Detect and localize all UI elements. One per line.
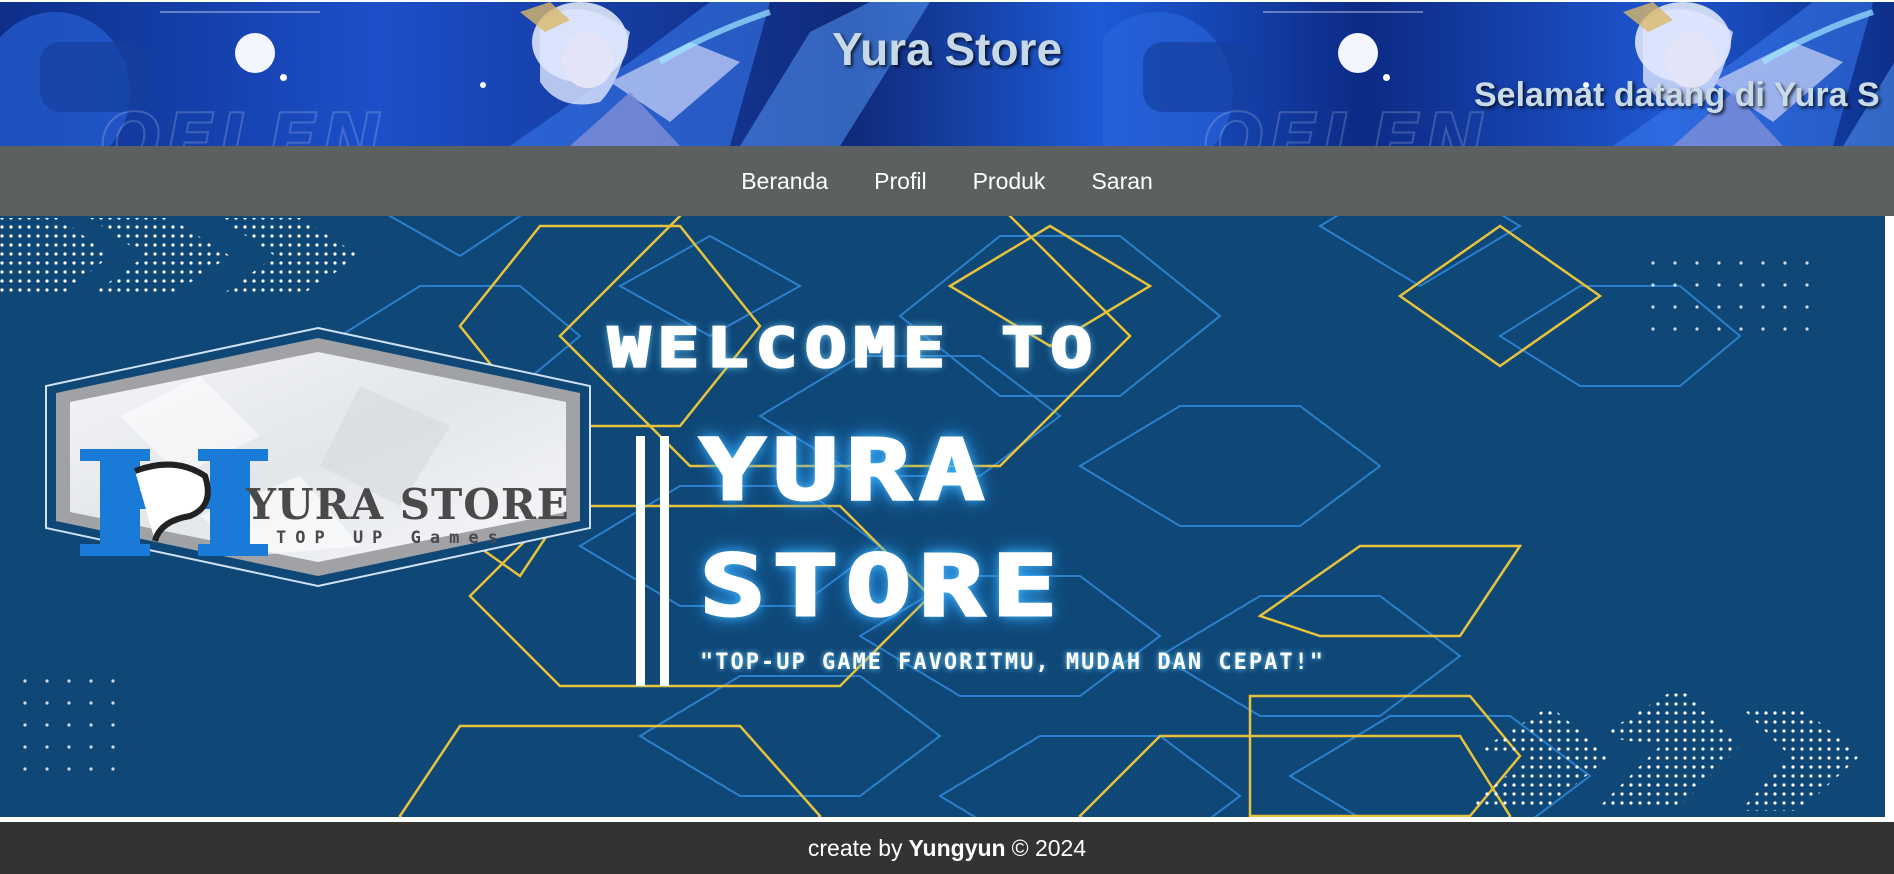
nav-item-profil[interactable]: Profil	[874, 168, 926, 195]
site-header-banner: OFLEN OFLEN Yura Store Selamat datang di…	[0, 2, 1894, 146]
welcome-marquee: Selamat datang di Yura S	[1474, 76, 1880, 114]
star-icon	[480, 82, 486, 88]
footer-prefix: create by	[807, 834, 903, 861]
hero-welcome-text: WELCOME TO	[606, 315, 1100, 381]
logo-title: YURA STORE	[246, 480, 570, 529]
hero-name-line2: STORE	[698, 536, 1066, 637]
nav-item-produk[interactable]: Produk	[973, 168, 1046, 195]
nav-item-beranda[interactable]: Beranda	[741, 168, 828, 195]
hero-tagline: "TOP-UP GAME FAVORITMU, MUDAH DAN CEPAT!…	[700, 650, 1326, 675]
hero-name-line1: YURA	[698, 420, 993, 521]
site-footer: create by Yungyun © 2024	[0, 822, 1894, 874]
site-title: Yura Store	[831, 23, 1063, 75]
footer-author: Yungyun	[908, 834, 1006, 861]
hero-banner: YURA STORE TOP UP Games WELCOME TO YURA …	[0, 216, 1885, 817]
main-nav: Beranda Profil Produk Saran	[0, 146, 1894, 216]
logo-subtitle: TOP UP Games	[276, 528, 507, 548]
footer-copyright: © 2024	[1011, 834, 1087, 861]
nav-item-saran[interactable]: Saran	[1091, 168, 1152, 195]
